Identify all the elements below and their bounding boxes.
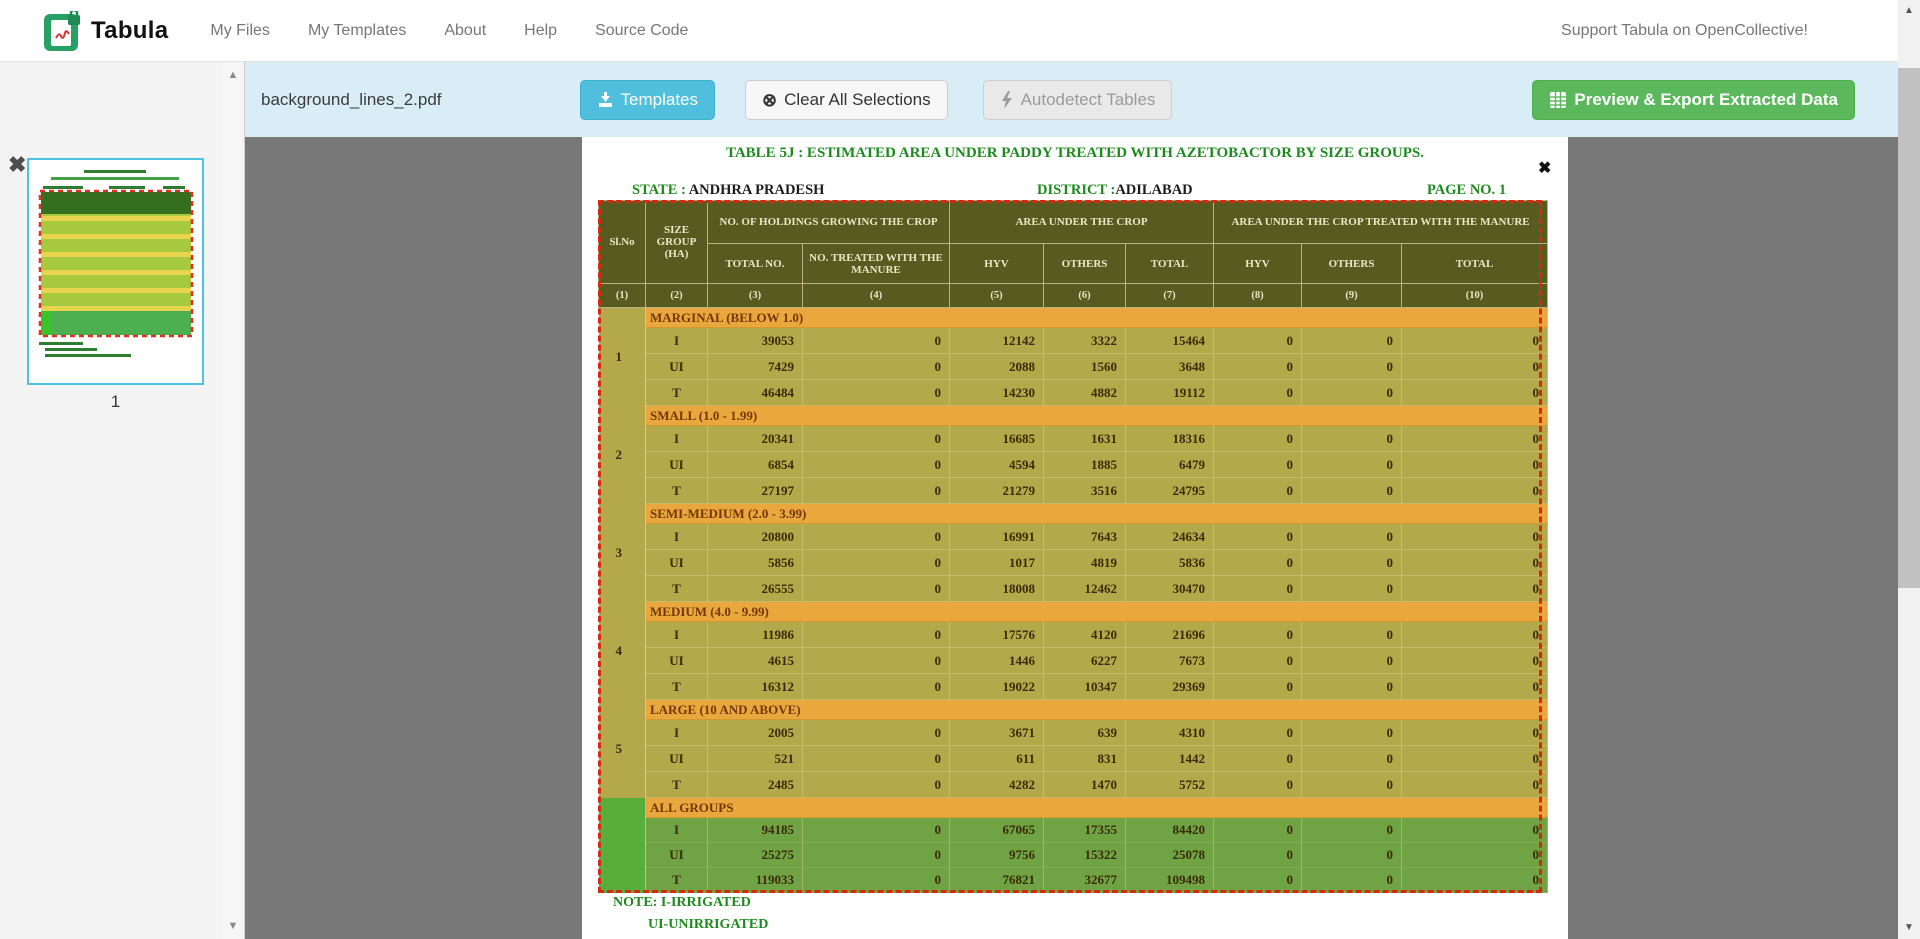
- document-canvas: TABLE 5J : ESTIMATED AREA UNDER PADDY TR…: [245, 137, 1898, 939]
- templates-button-label: Templates: [621, 90, 698, 110]
- scrollbar-thumb[interactable]: [1898, 68, 1920, 588]
- current-filename: background_lines_2.pdf: [261, 90, 442, 110]
- nav-my-files[interactable]: My Files: [210, 22, 270, 40]
- sidebar-scroll-up-icon[interactable]: ▲: [226, 68, 240, 82]
- clear-all-selections-button[interactable]: ⊗ Clear All Selections: [745, 80, 948, 120]
- sidebar-scroll-down-icon[interactable]: ▼: [226, 919, 240, 933]
- page-thumbnail[interactable]: [27, 158, 204, 385]
- table-selection-region[interactable]: [598, 200, 1542, 893]
- doc-page-no: PAGE NO. 1: [1427, 182, 1506, 199]
- scroll-down-icon[interactable]: ▼: [1898, 920, 1920, 936]
- autodetect-button-label: Autodetect Tables: [1021, 90, 1156, 110]
- clear-circle-icon: ⊗: [762, 91, 777, 109]
- selection-delete-icon[interactable]: ✖: [1538, 161, 1551, 177]
- tabula-app: Tabula My Files My Templates About Help …: [0, 0, 1920, 939]
- autodetect-tables-button[interactable]: Autodetect Tables: [983, 80, 1173, 120]
- doc-state: STATE : ANDHRA PRADESH: [632, 182, 824, 199]
- doc-title: TABLE 5J : ESTIMATED AREA UNDER PADDY TR…: [582, 145, 1568, 162]
- nav-links: My Files My Templates About Help Source …: [210, 22, 688, 40]
- lightning-icon: [1000, 91, 1014, 109]
- nav-source-code[interactable]: Source Code: [595, 22, 688, 40]
- brand[interactable]: Tabula: [44, 11, 168, 51]
- thumbnail-preview: [29, 160, 202, 383]
- clear-button-label: Clear All Selections: [784, 90, 930, 110]
- nav-my-templates[interactable]: My Templates: [308, 22, 406, 40]
- pdf-page[interactable]: TABLE 5J : ESTIMATED AREA UNDER PADDY TR…: [582, 137, 1568, 939]
- navbar: Tabula My Files My Templates About Help …: [0, 0, 1898, 62]
- support-link[interactable]: Support Tabula on OpenCollective!: [1561, 22, 1808, 40]
- doc-meta-line: STATE : ANDHRA PRADESH DISTRICT :ADILABA…: [582, 182, 1568, 200]
- save-template-icon: [597, 91, 614, 108]
- sidebar-scrollbar[interactable]: ▲ ▼: [223, 62, 243, 939]
- export-button-label: Preview & Export Extracted Data: [1574, 90, 1838, 110]
- scroll-up-icon[interactable]: ▲: [1898, 3, 1920, 19]
- tabula-logo-icon: [44, 11, 82, 51]
- window-scrollbar[interactable]: ▲ ▼: [1898, 0, 1920, 939]
- nav-help[interactable]: Help: [524, 22, 557, 40]
- preview-export-button[interactable]: Preview & Export Extracted Data: [1532, 80, 1855, 120]
- doc-note-line2: UI-UNIRRIGATED: [648, 917, 768, 933]
- thumbnail-page-number: 1: [27, 392, 204, 412]
- brand-name: Tabula: [91, 17, 168, 45]
- toolbar: background_lines_2.pdf Templates ⊗ Clear…: [245, 62, 1898, 137]
- page-sidebar: ✖: [0, 62, 245, 939]
- remove-page-icon[interactable]: ✖: [8, 154, 26, 176]
- templates-button[interactable]: Templates: [580, 80, 715, 120]
- doc-district: DISTRICT :ADILABAD: [1037, 182, 1193, 199]
- doc-note-line1: NOTE: I-IRRIGATED: [613, 895, 751, 911]
- nav-about[interactable]: About: [444, 22, 486, 40]
- table-icon: [1549, 91, 1567, 109]
